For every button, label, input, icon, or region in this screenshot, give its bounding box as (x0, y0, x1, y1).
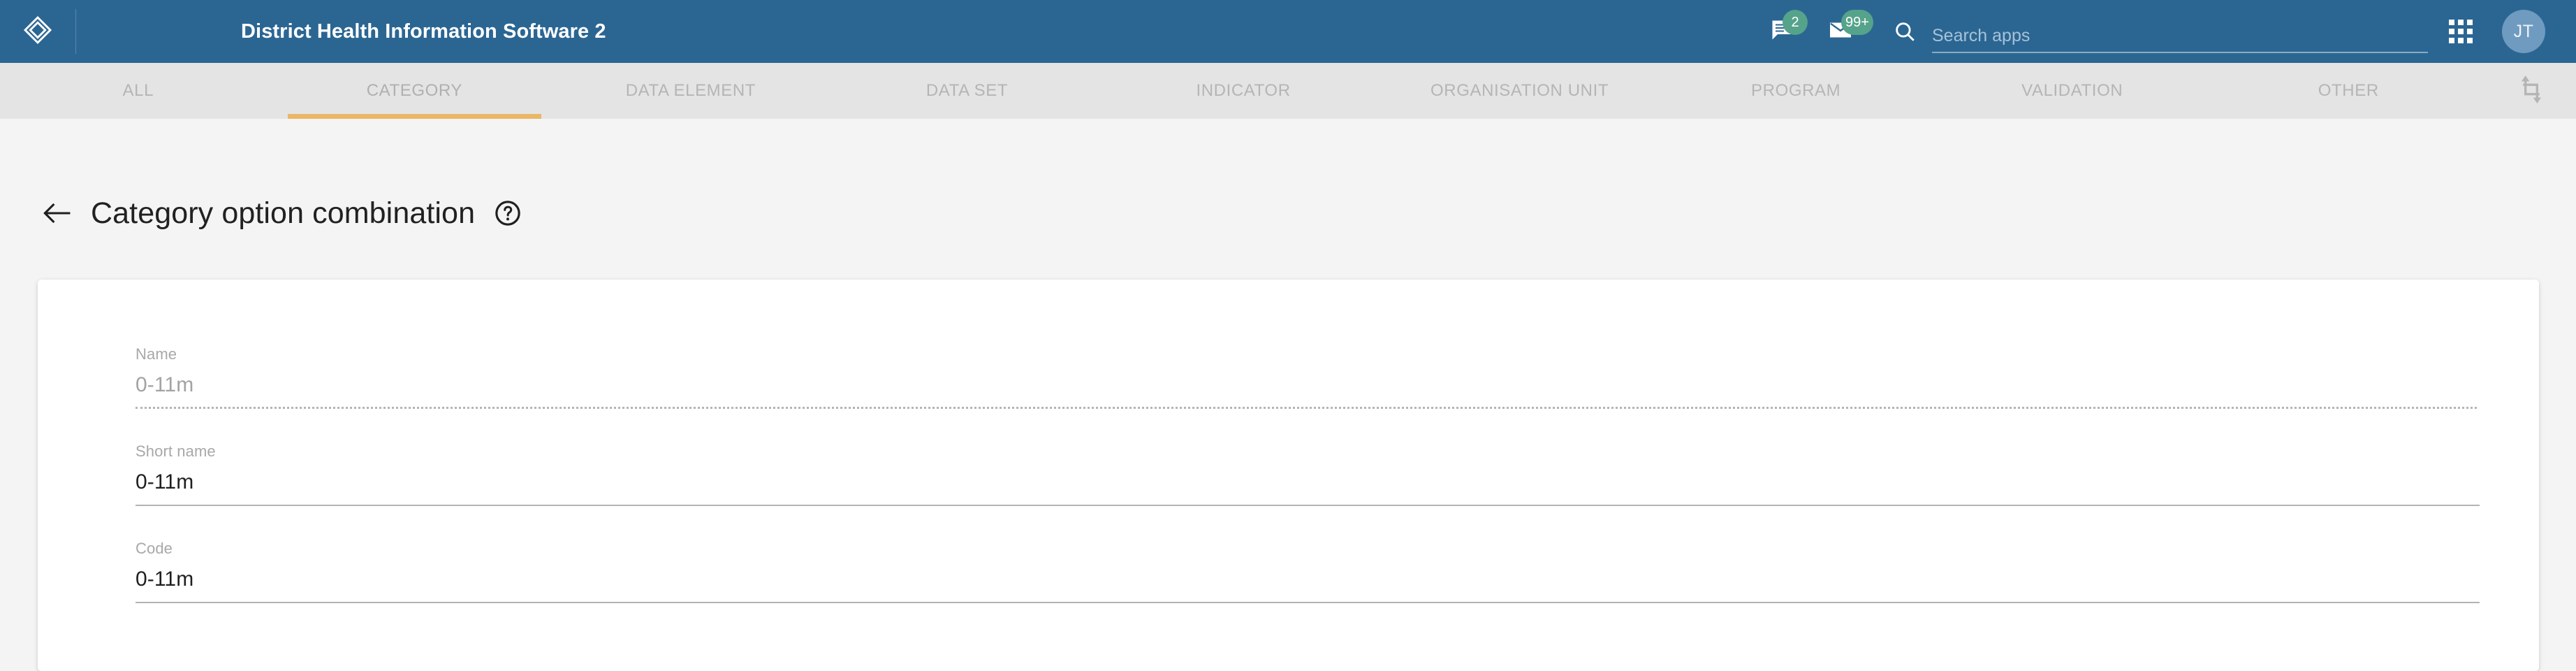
category-option-combination-form: Name 0-11m Short name 0-11m Code 0-11m (136, 345, 2480, 637)
apps-grid-dot (2458, 29, 2464, 34)
back-arrow-icon[interactable] (43, 202, 71, 224)
tab-validation[interactable]: VALIDATION (1934, 63, 2211, 119)
field-code: Code 0-11m (136, 540, 2480, 603)
help-circle-icon[interactable] (495, 200, 521, 226)
tab-all[interactable]: ALL (0, 63, 277, 119)
apps-grid-dot (2458, 20, 2464, 25)
tab-label: CATEGORY (366, 81, 462, 100)
crop-resize-button[interactable] (2487, 63, 2576, 119)
field-label: Name (136, 345, 177, 363)
apps-grid-dot (2449, 38, 2454, 43)
tab-label: ALL (122, 81, 154, 100)
short-name-input[interactable]: 0-11m (136, 470, 2440, 506)
tab-label: VALIDATION (2021, 81, 2123, 100)
header-divider (75, 9, 76, 54)
tab-label: PROGRAM (1751, 81, 1841, 100)
app-search (1893, 10, 2428, 53)
tab-category[interactable]: CATEGORY (277, 63, 553, 119)
dhis2-logo-button[interactable] (0, 0, 75, 63)
tab-label: DATA SET (925, 81, 1009, 100)
search-icon (1893, 20, 1917, 47)
messages-button[interactable]: 2 (1757, 10, 1808, 53)
header-bar: District Health Information Software 2 2 (0, 0, 2576, 63)
mail-badge: 99+ (1841, 10, 1873, 35)
page-title: Category option combination (91, 196, 476, 230)
tab-label: INDICATOR (1196, 81, 1291, 100)
field-name: Name 0-11m (136, 345, 2477, 409)
header-actions: 2 99+ Search apps JT (1757, 0, 2576, 63)
apps-grid-dot (2467, 29, 2473, 34)
search-input[interactable] (1932, 26, 2428, 53)
field-label: Short name (136, 442, 216, 460)
apps-grid-icon[interactable] (2449, 20, 2473, 43)
apps-grid-dot (2449, 29, 2454, 34)
code-input[interactable]: 0-11m (136, 568, 2440, 603)
mail-button[interactable]: 99+ (1816, 10, 1873, 53)
name-input: 0-11m (136, 373, 194, 396)
tab-organisation-unit[interactable]: ORGANISATION UNIT (1382, 63, 1658, 119)
apps-grid-dot (2467, 38, 2473, 43)
field-underline (136, 505, 2480, 506)
tab-indicator[interactable]: INDICATOR (1105, 63, 1382, 119)
details-card: Name 0-11m Short name 0-11m Code 0-11m (38, 280, 2539, 671)
field-underline (136, 602, 2480, 603)
messages-badge: 2 (1783, 10, 1808, 35)
tab-label: DATA ELEMENT (625, 81, 756, 100)
tab-label: OTHER (2318, 81, 2379, 100)
tab-program[interactable]: PROGRAM (1657, 63, 1934, 119)
tab-data-element[interactable]: DATA ELEMENT (552, 63, 829, 119)
field-underline (136, 407, 2477, 409)
section-tab-bar: ALL CATEGORY DATA ELEMENT DATA SET INDIC… (0, 63, 2576, 119)
app-title: District Health Information Software 2 (241, 20, 606, 43)
dhis2-diamond-logo-icon (22, 14, 54, 50)
apps-grid-dot (2467, 20, 2473, 25)
tab-other[interactable]: OTHER (2211, 63, 2487, 119)
tab-label: ORGANISATION UNIT (1430, 81, 1609, 100)
field-label: Code (136, 540, 173, 557)
tab-data-set[interactable]: DATA SET (829, 63, 1106, 119)
apps-grid-dot (2458, 38, 2464, 43)
avatar[interactable]: JT (2502, 10, 2545, 53)
apps-grid-dot (2449, 20, 2454, 25)
crop-resize-icon (2517, 74, 2545, 108)
field-short-name: Short name 0-11m (136, 442, 2480, 506)
page-header: Category option combination (43, 189, 521, 238)
